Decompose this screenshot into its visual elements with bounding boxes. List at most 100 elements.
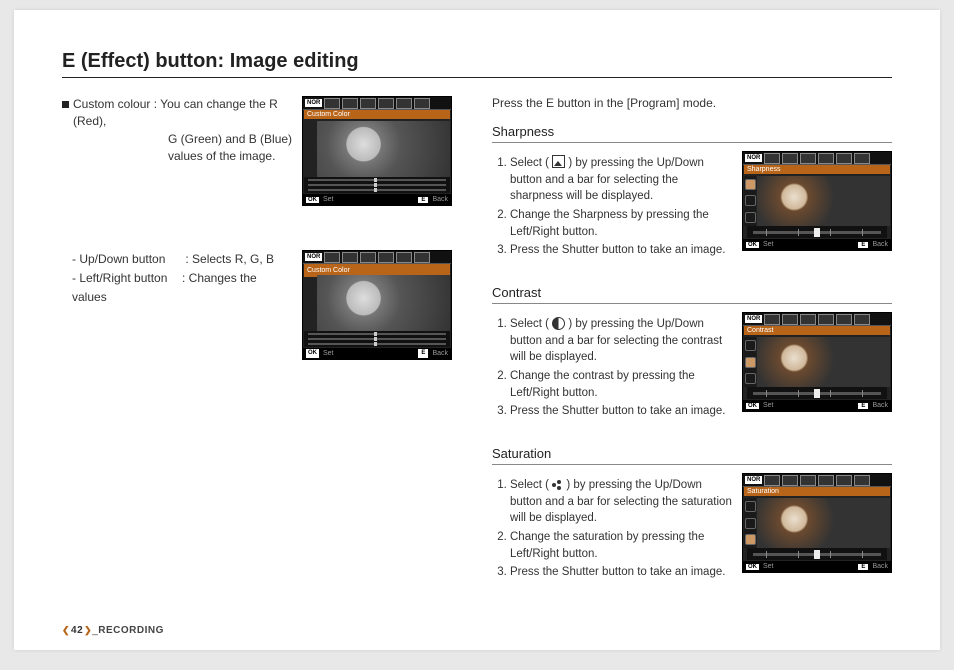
- saturation-steps: Select ( ) by pressing the Up/Down butto…: [492, 477, 734, 583]
- e-key-icon: E: [858, 564, 868, 570]
- left-column: Custom colour : You can change the R (Re…: [62, 96, 452, 593]
- mode-icon: [836, 475, 852, 486]
- custom-colour-label: Custom colour: [73, 97, 150, 111]
- custom-colour-text: Custom colour : You can change the R (Re…: [73, 96, 298, 166]
- b-bar: [308, 343, 446, 345]
- mode-icon: [396, 98, 412, 109]
- lcd-photo: [317, 275, 450, 333]
- page-title: E (Effect) button: Image editing: [62, 50, 892, 78]
- lcd-topbar: NOR: [303, 97, 451, 110]
- mode-icon: [324, 252, 340, 263]
- lcd-mode-label: Contrast: [744, 326, 890, 335]
- mode-icon: [342, 252, 358, 263]
- r-bar: [308, 333, 446, 335]
- mode-icon: [378, 252, 394, 263]
- set-label: Set: [763, 241, 774, 248]
- lcd-side-icons: [744, 337, 756, 387]
- mode-icon: [342, 98, 358, 109]
- sharpness-heading: Sharpness: [492, 124, 892, 143]
- g-bar: [308, 338, 446, 340]
- page-footer: 42_RECORDING: [62, 625, 164, 636]
- lcd-topbar: NOR: [303, 251, 451, 264]
- mode-icon: [800, 153, 816, 164]
- list-item: Change the Sharpness by pressing the Lef…: [510, 207, 734, 240]
- lcd-side-icons: [744, 176, 756, 226]
- right-column: Press the E button in the [Program] mode…: [492, 96, 892, 593]
- nor-badge: NOR: [305, 99, 322, 107]
- updown-label: - Up/Down button: [72, 250, 182, 269]
- nor-badge: NOR: [305, 253, 322, 261]
- lcd-mode-label: Sharpness: [744, 165, 890, 174]
- mode-icon: [800, 475, 816, 486]
- lcd-footer: OK Set E Back: [743, 561, 891, 572]
- lcd-preview-custom-2: NOR Custom Color: [302, 250, 452, 360]
- lcd-topbar: NOR: [743, 474, 891, 487]
- lcd-preview-contrast: NOR Contrast OKSetEBack: [742, 312, 892, 412]
- back-label: Back: [872, 241, 888, 248]
- saturation-heading: Saturation: [492, 446, 892, 465]
- sharpness-steps: Select ( ) by pressing the Up/Down butto…: [492, 155, 734, 261]
- lcd-topbar: NOR: [743, 152, 891, 165]
- contrast-steps: Select ( ) by pressing the Up/Down butto…: [492, 316, 734, 422]
- footer-section: RECORDING: [98, 625, 164, 636]
- set-label: Set: [763, 402, 774, 409]
- side-icon: [745, 501, 756, 512]
- lcd-footer: OK Set E Back: [303, 194, 451, 205]
- e-key-icon: E: [858, 403, 868, 409]
- list-item: Select ( ) by pressing the Up/Down butto…: [510, 316, 734, 366]
- updown-sep: :: [182, 252, 192, 266]
- side-icon: [745, 179, 756, 190]
- mode-icon: [414, 252, 430, 263]
- side-icon: [745, 373, 756, 384]
- sharpness-body: Select ( ) by pressing the Up/Down butto…: [492, 151, 892, 271]
- saturation-icon: [552, 479, 563, 490]
- adjust-slider: [747, 226, 887, 238]
- lcd-mode-label: Saturation: [744, 487, 890, 496]
- nor-badge: NOR: [745, 476, 762, 484]
- mode-icon: [854, 475, 870, 486]
- back-label: Back: [872, 563, 888, 570]
- ok-key-icon: OK: [746, 564, 759, 570]
- square-bullet-icon: [62, 101, 69, 108]
- slider-track: [753, 392, 881, 395]
- mode-icon: [396, 252, 412, 263]
- lcd-preview-sharpness: NOR Sharpness OKSetEBack: [742, 151, 892, 251]
- list-item: Press the Shutter button to take an imag…: [510, 564, 734, 581]
- adjust-slider: [747, 387, 887, 399]
- custom-colour-line3: values of the image.: [73, 148, 298, 165]
- e-key-icon: E: [418, 349, 428, 359]
- leftright-sep: :: [182, 271, 189, 285]
- lcd-footer: OK Set E Back: [303, 348, 451, 359]
- side-icon: [745, 340, 756, 351]
- back-label: Back: [432, 348, 448, 359]
- updown-desc: Selects R, G, B: [192, 252, 274, 266]
- mode-icon: [854, 314, 870, 325]
- back-label: Back: [872, 402, 888, 409]
- lcd-preview-custom-1: NOR Custom Color: [302, 96, 452, 206]
- back-label: Back: [432, 196, 448, 203]
- contrast-icon: [552, 317, 565, 330]
- ok-key-icon: OK: [306, 349, 319, 359]
- mode-icon: [360, 98, 376, 109]
- list-item: Change the contrast by pressing the Left…: [510, 368, 734, 401]
- contrast-body: Select ( ) by pressing the Up/Down butto…: [492, 312, 892, 432]
- lcd-topbar: NOR: [743, 313, 891, 326]
- mode-icon: [378, 98, 394, 109]
- mode-icon: [782, 314, 798, 325]
- mode-icon: [818, 475, 834, 486]
- lcd-photo: [757, 176, 890, 226]
- mode-icon: [800, 314, 816, 325]
- mode-icon: [836, 153, 852, 164]
- right-intro: Press the E button in the [Program] mode…: [492, 96, 892, 110]
- set-label: Set: [323, 348, 334, 359]
- e-key-icon: E: [418, 197, 428, 203]
- step-text: Select (: [510, 157, 552, 169]
- set-label: Set: [323, 196, 334, 203]
- custom-colour-line2: G (Green) and B (Blue): [73, 131, 298, 148]
- lcd-footer: OKSetEBack: [743, 239, 891, 250]
- lcd-mode-label: Custom Color: [304, 110, 450, 119]
- set-label: Set: [763, 563, 774, 570]
- list-item: Change the saturation by pressing the Le…: [510, 529, 734, 562]
- list-item: Press the Shutter button to take an imag…: [510, 403, 734, 420]
- lcd-photo: [757, 337, 890, 387]
